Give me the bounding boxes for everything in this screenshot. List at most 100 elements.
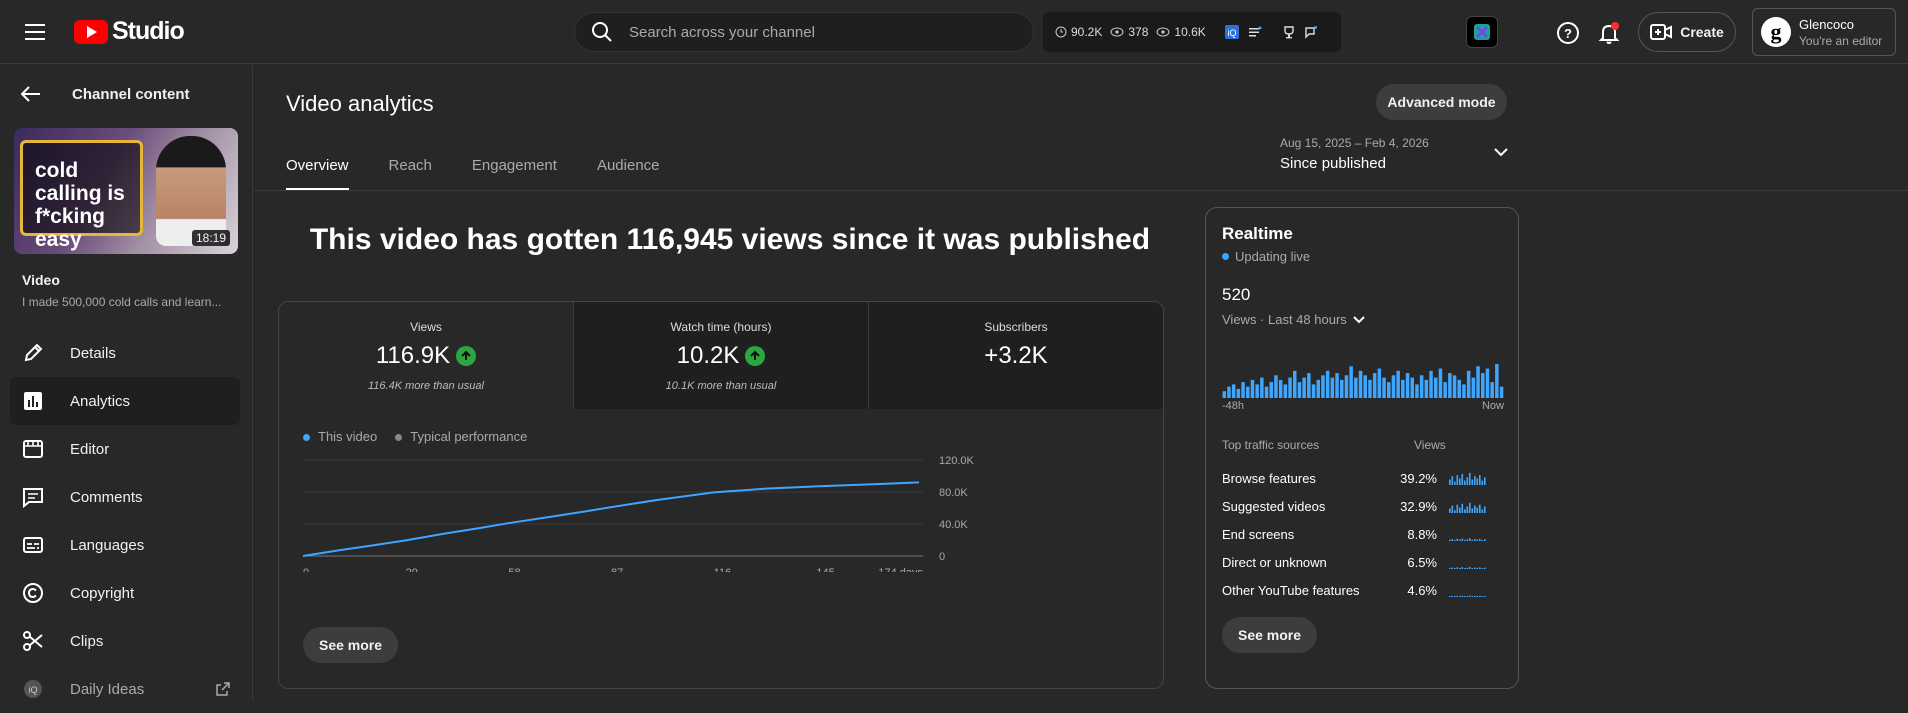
metrics-card: Views 116.9K 116.4K more than usual Watc… <box>278 301 1164 689</box>
studio-logo[interactable]: Studio <box>74 17 185 46</box>
realtime-bar <box>1227 386 1231 398</box>
extension-stats-pill[interactable]: 90.2K 378 10.6K iQ <box>1043 12 1341 52</box>
search-bar[interactable] <box>574 12 1034 52</box>
sidebar-item-analytics[interactable]: Analytics <box>10 377 240 425</box>
advanced-mode-button[interactable]: Advanced mode <box>1376 84 1507 120</box>
metric-subscribers[interactable]: Subscribers +3.2K <box>869 302 1163 409</box>
chat-icon[interactable] <box>1304 25 1318 39</box>
realtime-bar <box>1415 384 1419 398</box>
sparkline-bar <box>1449 539 1451 541</box>
chart-legend: This video Typical performance <box>303 429 527 444</box>
back-label: Channel content <box>72 85 190 103</box>
tab-overview[interactable]: Overview <box>286 157 349 190</box>
help-icon[interactable]: ? <box>1555 20 1581 46</box>
sparkline-bar <box>1466 596 1469 597</box>
list-icon[interactable] <box>1248 25 1262 39</box>
sparkline-bar <box>1456 595 1459 597</box>
video-duration: 18:19 <box>191 230 230 246</box>
thumbnail-title-card: cold calling is f*cking easy <box>20 140 143 251</box>
realtime-see-more-button[interactable]: See more <box>1222 617 1318 653</box>
hamburger-menu-icon[interactable] <box>22 20 50 44</box>
traffic-source-pct: 32.9% <box>1400 498 1437 514</box>
realtime-bar <box>1410 377 1414 398</box>
see-more-button[interactable]: See more <box>303 627 399 663</box>
sparkline-bar <box>1454 540 1456 541</box>
realtime-bar <box>1316 379 1320 398</box>
svg-text:?: ? <box>1564 26 1572 41</box>
realtime-bar <box>1250 379 1255 398</box>
analytics-icon <box>24 392 42 410</box>
tab-audience[interactable]: Audience <box>597 157 660 190</box>
realtime-bar <box>1471 377 1476 398</box>
sparkline-bar <box>1476 478 1479 485</box>
sparkline-bar <box>1481 480 1484 485</box>
y-tick-label: 120.0K <box>939 455 975 467</box>
metric-watch-time[interactable]: Watch time (hours) 10.2K 10.1K more than… <box>574 302 869 409</box>
main-content: Video analytics Advanced mode Overview R… <box>254 65 1908 701</box>
realtime-bar <box>1335 373 1339 398</box>
sparkline-bar <box>1454 510 1456 513</box>
tab-reach[interactable]: Reach <box>389 157 432 190</box>
sparkline-bar <box>1456 475 1459 485</box>
stat-live-viewers: 378 <box>1110 25 1148 39</box>
sparkline-bar <box>1474 505 1476 513</box>
metric-watch-time-value: 10.2K <box>676 342 740 369</box>
traffic-source-pct: 39.2% <box>1400 470 1437 486</box>
account-switcher[interactable]: g Glencoco You're an editor <box>1752 8 1896 56</box>
traffic-source-pct: 6.5% <box>1407 554 1437 570</box>
sparkline-bar <box>1449 596 1451 597</box>
sparkline-bar <box>1459 567 1461 569</box>
trophy-icon[interactable] <box>1282 25 1296 39</box>
metric-subscribers-value: +3.2K <box>984 342 1048 369</box>
sidebar-item-comments[interactable]: Comments <box>10 473 240 521</box>
metric-views[interactable]: Views 116.9K 116.4K more than usual <box>279 302 574 409</box>
extension-button[interactable] <box>1466 16 1498 48</box>
realtime-axis: -48h Now <box>1222 400 1504 412</box>
sparkline-bar <box>1481 596 1484 597</box>
realtime-bar <box>1424 379 1429 398</box>
tab-engagement[interactable]: Engagement <box>472 157 557 190</box>
realtime-bar <box>1372 373 1377 398</box>
top-bar: Studio 90.2K 378 10.6K iQ ? Create <box>0 0 1908 64</box>
create-button[interactable]: Create <box>1638 12 1736 52</box>
sparkline-bar <box>1469 595 1471 597</box>
x-tick-label: 29 <box>406 567 418 572</box>
realtime-bar <box>1377 368 1382 398</box>
realtime-period-dropdown[interactable]: Views · Last 48 hours <box>1222 312 1367 327</box>
avatar: g <box>1761 17 1791 47</box>
sidebar-item-languages[interactable]: Languages <box>10 521 240 569</box>
sparkline-bar <box>1449 568 1451 569</box>
x-tick-label: 174 days <box>878 567 923 572</box>
sparkline-bar <box>1476 539 1479 541</box>
sidebar-item-daily-ideas[interactable]: iQ Daily Ideas <box>10 665 240 713</box>
realtime-bar <box>1231 384 1236 398</box>
realtime-bar <box>1443 382 1447 398</box>
realtime-bar <box>1340 379 1344 398</box>
video-thumbnail[interactable]: cold calling is f*cking easy 18:19 <box>14 128 238 254</box>
realtime-bar <box>1307 373 1311 398</box>
sparkline-bar <box>1469 538 1471 541</box>
sidebar-item-copyright[interactable]: Copyright <box>10 569 240 617</box>
realtime-bar <box>1396 370 1400 398</box>
eye-icon <box>1110 27 1124 37</box>
sidebar-item-editor[interactable]: Editor <box>10 425 240 473</box>
clock-icon <box>1055 26 1067 38</box>
traffic-sparkline <box>1449 566 1486 569</box>
notifications-bell-icon[interactable] <box>1596 20 1622 46</box>
sparkline-bar <box>1466 477 1469 485</box>
back-to-channel-content[interactable]: Channel content <box>20 85 190 103</box>
sparkline-bar <box>1461 595 1464 597</box>
realtime-bar <box>1278 379 1283 398</box>
y-tick-label: 40.0K <box>939 519 968 531</box>
sidebar-item-details[interactable]: Details <box>10 329 240 377</box>
extension-logo-icon[interactable]: iQ <box>1224 24 1240 40</box>
traffic-sparkline <box>1449 472 1486 485</box>
search-input[interactable] <box>629 23 989 41</box>
realtime-bar <box>1311 384 1316 398</box>
sparkline-bar <box>1471 508 1474 513</box>
realtime-bar <box>1387 382 1391 398</box>
date-range-picker[interactable]: Aug 15, 2025 – Feb 4, 2026 Since publish… <box>1280 136 1510 172</box>
sidebar-item-clips[interactable]: Clips <box>10 617 240 665</box>
realtime-bar <box>1321 375 1325 398</box>
account-name: Glencoco <box>1799 16 1854 32</box>
